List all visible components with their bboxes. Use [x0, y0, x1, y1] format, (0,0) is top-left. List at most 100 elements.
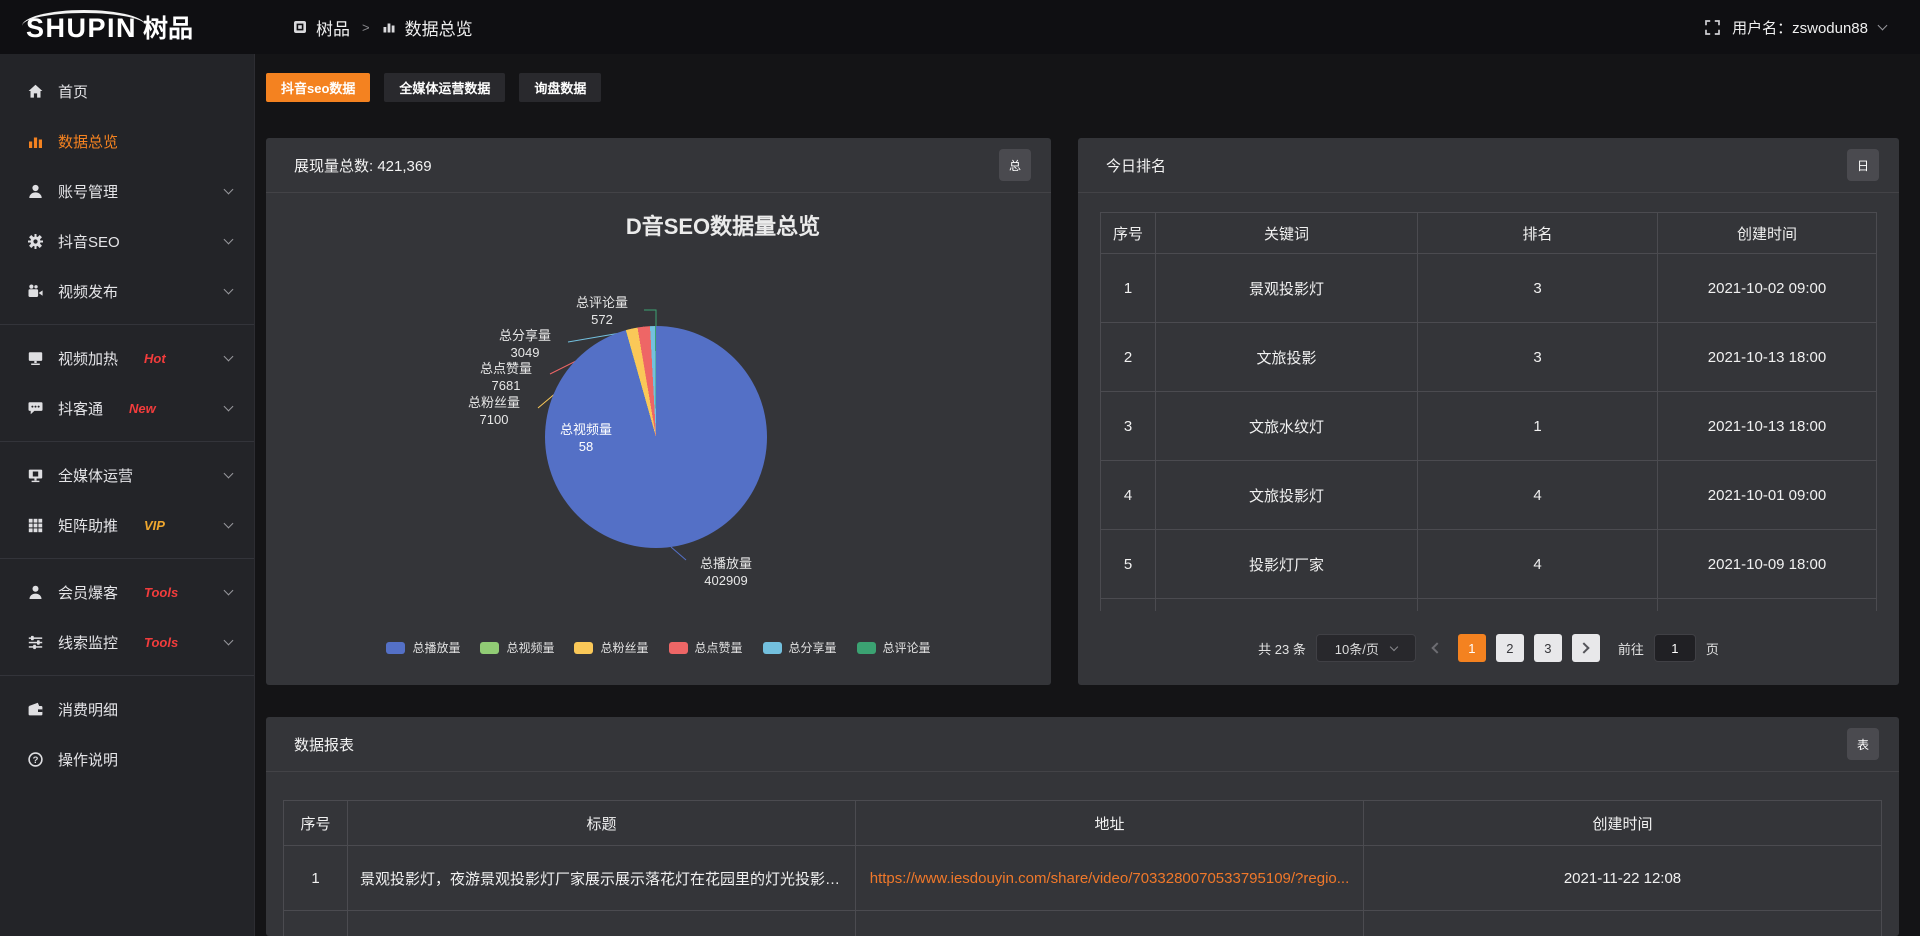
- goto-label: 前往: [1618, 639, 1644, 658]
- cell-keyword: 投影灯厂家: [1156, 530, 1418, 599]
- sidebar-item-douyin-seo[interactable]: 抖音SEO: [0, 216, 254, 266]
- legend-label: 总点赞量: [695, 639, 743, 656]
- chevron-down-icon: [224, 635, 234, 645]
- legend-marker: [669, 642, 688, 654]
- chevron-right-icon: [1579, 642, 1590, 653]
- impressions-total-label: 展现量总数: 421,369: [294, 155, 432, 176]
- cell-time: 2021-10-02 09:00: [1658, 254, 1877, 323]
- data-tabs: 抖音seo数据 全媒体运营数据 询盘数据: [266, 73, 601, 102]
- legend-item-fans[interactable]: 总粉丝量: [574, 639, 648, 656]
- page-size-select[interactable]: 10条/页: [1316, 634, 1416, 662]
- wallet-icon: [27, 701, 44, 718]
- prev-page-button[interactable]: [1426, 634, 1448, 662]
- sidebar-item-lead-monitor[interactable]: 线索监控 Tools: [0, 617, 254, 667]
- table-header-row: 序号 关键词 排名 创建时间: [1101, 213, 1877, 254]
- menu-divider: [0, 558, 254, 559]
- cell-video-link[interactable]: https://www.iesdouyin.com/share/video/70…: [856, 846, 1364, 911]
- sidebar-item-label: 数据总览: [58, 131, 118, 152]
- chevron-down-icon: [224, 518, 234, 528]
- cell-time: 2021-10-13 18:00: [1658, 392, 1877, 461]
- legend-item-likes[interactable]: 总点赞量: [669, 639, 743, 656]
- pie-label-comments: 总评论量572: [562, 294, 642, 328]
- report-panel: 数据报表 表 序号 标题 地址 创建时间 1 景观投影灯，夜游景观投影灯厂家展示…: [266, 717, 1899, 936]
- sidebar-item-label: 操作说明: [58, 749, 118, 770]
- cell-title: 景观投影灯，夜游景观投影灯厂家展示展示落花灯在花园里的灯光投影应用效果 #: [348, 846, 856, 911]
- monitor-icon: [27, 467, 44, 484]
- legend-item-comments[interactable]: 总评论量: [857, 639, 931, 656]
- chevron-down-icon: [1390, 642, 1398, 650]
- legend-label: 总播放量: [412, 639, 460, 656]
- table-row: 2 文旅投影 3 2021-10-13 18:00: [1101, 323, 1877, 392]
- fullscreen-icon[interactable]: [1704, 19, 1721, 36]
- pie-chart[interactable]: D音SEO数据量总览 总评论量572 总分享量3049 总点赞量7681 总粉丝…: [266, 193, 1051, 685]
- cell-keyword: 文旅水纹灯: [1156, 392, 1418, 461]
- sidebar-item-video-publish[interactable]: 视频发布: [0, 266, 254, 316]
- username-label[interactable]: 用户名：zswodun88: [1732, 17, 1868, 38]
- chevron-down-icon: [224, 468, 234, 478]
- sidebar-item-instructions[interactable]: ? 操作说明: [0, 734, 254, 784]
- sidebar-item-account[interactable]: 账号管理: [0, 166, 254, 216]
- breadcrumb-root[interactable]: 树品: [316, 15, 350, 40]
- page-size-value: 10条/页: [1335, 639, 1379, 658]
- app-logo[interactable]: SHUPIN 树品: [0, 9, 255, 45]
- daily-view-button[interactable]: 日: [1847, 149, 1879, 181]
- grid-icon: [27, 517, 44, 534]
- breadcrumb: 树品 > 数据总览: [293, 15, 473, 40]
- sidebar-item-label: 账号管理: [58, 181, 118, 202]
- app-header: SHUPIN 树品 树品 > 数据总览 用户名：zswodun88: [0, 0, 1920, 54]
- pie-label-shares: 总分享量3049: [484, 327, 566, 361]
- col-header-time: 创建时间: [1658, 213, 1877, 254]
- tab-douyin-seo-data[interactable]: 抖音seo数据: [266, 73, 370, 102]
- gear-icon: [27, 233, 44, 250]
- chevron-down-icon: [1878, 20, 1888, 30]
- sidebar-item-omnimedia[interactable]: 全媒体运营: [0, 450, 254, 500]
- sidebar-item-label: 首页: [58, 81, 88, 102]
- goto-page-input[interactable]: [1654, 634, 1696, 662]
- menu-divider: [0, 675, 254, 676]
- total-view-button[interactable]: 总: [999, 149, 1031, 181]
- next-page-button[interactable]: [1572, 634, 1600, 662]
- legend-item-videos[interactable]: 总视频量: [480, 639, 554, 656]
- bar-chart-icon: [27, 133, 44, 150]
- table-row: 4 文旅投影灯 4 2021-10-01 09:00: [1101, 461, 1877, 530]
- sidebar-item-label: 矩阵助推: [58, 515, 118, 536]
- legend-marker: [386, 642, 405, 654]
- cell-rank: 1: [1418, 392, 1658, 461]
- pagination-total: 共 23 条: [1258, 639, 1306, 658]
- sidebar-item-label: 全媒体运营: [58, 465, 133, 486]
- legend-item-shares[interactable]: 总分享量: [763, 639, 837, 656]
- menu-divider: [0, 441, 254, 442]
- ranking-panel-title: 今日排名: [1106, 155, 1166, 176]
- ranking-panel: 今日排名 日 序号 关键词 排名 创建时间 1 景观投影灯: [1078, 138, 1899, 685]
- sidebar-item-video-heat[interactable]: 视频加热 Hot: [0, 333, 254, 383]
- sidebar-item-label: 消费明细: [58, 699, 118, 720]
- bar-chart-icon: [382, 20, 396, 34]
- cell-time: 2021-11-22 12:08: [1364, 846, 1882, 911]
- sidebar-item-doukotong[interactable]: 抖客通 New: [0, 383, 254, 433]
- legend-label: 总粉丝量: [600, 639, 648, 656]
- col-header-url: 地址: [856, 801, 1364, 846]
- logo-text-cn: 树品: [143, 9, 193, 45]
- sidebar-item-home[interactable]: 首页: [0, 66, 254, 116]
- sidebar-item-label: 会员爆客: [58, 582, 118, 603]
- legend-item-plays[interactable]: 总播放量: [386, 639, 460, 656]
- tab-omnimedia-data[interactable]: 全媒体运营数据: [384, 73, 505, 102]
- sidebar-item-matrix-boost[interactable]: 矩阵助推 VIP: [0, 500, 254, 550]
- page-button-1[interactable]: 1: [1458, 634, 1486, 662]
- goto-unit: 页: [1706, 639, 1719, 658]
- table-view-button[interactable]: 表: [1847, 728, 1879, 760]
- sidebar-item-label: 抖客通: [58, 398, 103, 419]
- sidebar-item-member-burst[interactable]: 会员爆客 Tools: [0, 567, 254, 617]
- tab-inquiry-data[interactable]: 询盘数据: [519, 73, 601, 102]
- chevron-down-icon: [224, 401, 234, 411]
- new-badge: New: [129, 401, 156, 416]
- legend-marker: [574, 642, 593, 654]
- page-button-2[interactable]: 2: [1496, 634, 1524, 662]
- cell-no: 1: [284, 846, 348, 911]
- legend-marker: [480, 642, 499, 654]
- page-button-3[interactable]: 3: [1534, 634, 1562, 662]
- user-icon: [27, 183, 44, 200]
- sidebar-item-consumption[interactable]: 消费明细: [0, 684, 254, 734]
- cell-keyword: 文旅投影: [1156, 323, 1418, 392]
- sidebar-item-data-overview[interactable]: 数据总览: [0, 116, 254, 166]
